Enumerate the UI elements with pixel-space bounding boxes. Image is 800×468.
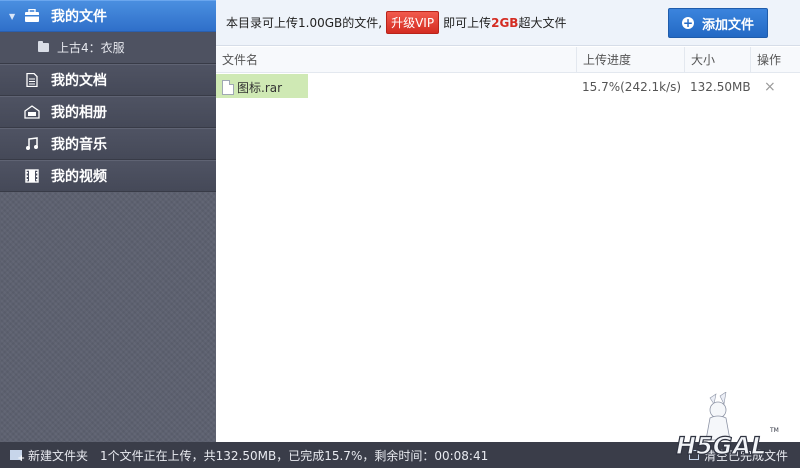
new-folder-button[interactable]: 新建文件夹 bbox=[10, 447, 88, 464]
sidebar-item-my-music[interactable]: 我的音乐 bbox=[0, 128, 216, 160]
music-note-icon bbox=[24, 136, 40, 152]
sidebar-item-my-videos[interactable]: 我的视频 bbox=[0, 160, 216, 192]
upload-progress-text: 15.7%(242.1k/s) bbox=[582, 80, 682, 94]
notice-highlight: 2GB bbox=[491, 15, 519, 30]
header-size[interactable]: 大小 bbox=[684, 47, 750, 72]
clear-completed-label: 清空已完成文件 bbox=[703, 448, 788, 463]
file-name-cell: 图标.rar bbox=[216, 79, 576, 96]
notice-suffix: 超大文件 bbox=[518, 16, 567, 30]
table-row[interactable]: 图标.rar 15.7%(242.1k/s) 132.50MB × bbox=[216, 73, 800, 101]
upload-notice-bar: 本目录可上传1.00GB的文件, 升级VIP 即可上传 2GB 超大文件 + 添… bbox=[216, 0, 800, 46]
sidebar: ▼ 我的文件 上古4：衣服 我的文档 我的相册 我的音乐 我的视频 bbox=[0, 0, 216, 442]
cancel-upload-button[interactable]: × bbox=[750, 79, 800, 95]
header-action: 操作 bbox=[750, 47, 800, 72]
sidebar-item-my-documents[interactable]: 我的文档 bbox=[0, 64, 216, 96]
briefcase-icon bbox=[24, 8, 40, 24]
sidebar-item-label: 我的视频 bbox=[51, 169, 107, 185]
header-progress[interactable]: 上传进度 bbox=[576, 47, 684, 72]
upload-status-text: 1个文件正在上传，共132.50MB，已完成15.7%，剩余时间：00:08:4… bbox=[100, 448, 489, 463]
header-filename[interactable]: 文件名 bbox=[216, 51, 576, 68]
chevron-down-icon[interactable]: ▼ bbox=[9, 12, 15, 21]
photo-album-icon bbox=[24, 104, 40, 120]
new-folder-label: 新建文件夹 bbox=[28, 448, 89, 463]
notice-mid: 即可上传 bbox=[443, 16, 492, 30]
sidebar-item-label: 我的文档 bbox=[51, 73, 107, 89]
clear-icon bbox=[688, 450, 699, 460]
upload-notice: 本目录可上传1.00GB的文件, 升级VIP 即可上传 2GB 超大文件 bbox=[226, 11, 566, 34]
upgrade-vip-button[interactable]: 升级VIP bbox=[386, 11, 440, 34]
file-name: 图标.rar bbox=[237, 80, 283, 95]
clear-completed-button[interactable]: 清空已完成文件 bbox=[688, 447, 788, 464]
sidebar-item-label: 我的音乐 bbox=[51, 137, 107, 153]
sidebar-item-my-album[interactable]: 我的相册 bbox=[0, 96, 216, 128]
upload-table: 文件名 上传进度 大小 操作 图标.rar 15.7%(242.1k/s) 13… bbox=[216, 47, 800, 442]
plus-icon: + bbox=[681, 16, 694, 30]
sidebar-item-my-files[interactable]: ▼ 我的文件 bbox=[0, 0, 216, 32]
table-header: 文件名 上传进度 大小 操作 bbox=[216, 47, 800, 73]
folder-icon bbox=[38, 41, 49, 52]
add-file-label: 添加文件 bbox=[701, 17, 754, 33]
sidebar-item-label: 我的文件 bbox=[51, 9, 107, 25]
file-size: 132.50MB bbox=[690, 80, 751, 94]
file-icon bbox=[222, 79, 234, 95]
sidebar-item-label: 我的相册 bbox=[51, 105, 107, 121]
add-file-button[interactable]: + 添加文件 bbox=[668, 8, 768, 38]
new-folder-icon bbox=[10, 450, 25, 464]
sidebar-item-label: 上古4：衣服 bbox=[57, 41, 125, 55]
film-icon bbox=[24, 168, 40, 184]
document-icon bbox=[24, 72, 40, 88]
sidebar-item-folder[interactable]: 上古4：衣服 bbox=[0, 32, 216, 64]
status-bar: 新建文件夹 1个文件正在上传，共132.50MB，已完成15.7%，剩余时间：0… bbox=[0, 442, 800, 468]
notice-prefix: 本目录可上传1.00GB的文件, bbox=[226, 16, 383, 30]
